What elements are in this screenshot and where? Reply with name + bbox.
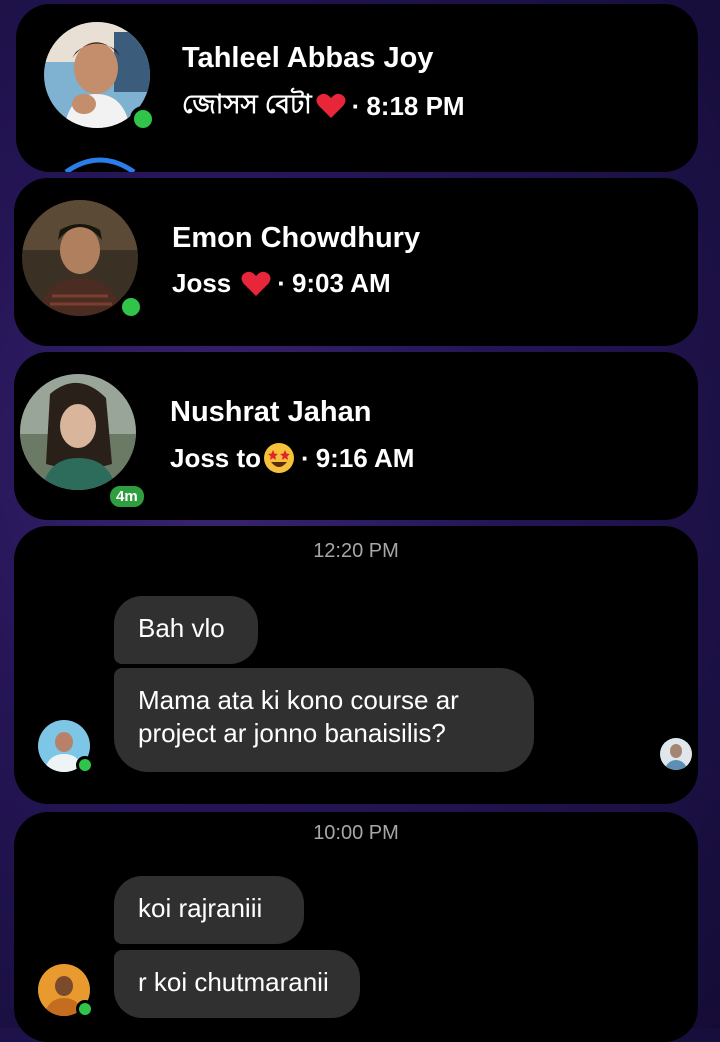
- message-bubble[interactable]: koi rajraniii: [114, 876, 304, 944]
- message-bubble[interactable]: r koi chutmaranii: [114, 950, 360, 1018]
- contact-name: Nushrat Jahan: [170, 396, 372, 428]
- contact-name: Emon Chowdhury: [172, 222, 421, 254]
- heart-emoji-icon: [241, 271, 271, 296]
- conversation-item[interactable]: 4m Nushrat Jahan Joss to · 9:16 AM: [14, 352, 698, 520]
- conversation-item[interactable]: Tahleel Abbas Joy জোসস বেটা · 8:18 PM: [16, 4, 698, 172]
- contact-name: Tahleel Abbas Joy: [182, 42, 434, 74]
- star-struck-emoji-icon: [264, 443, 295, 473]
- separator: ·: [301, 442, 310, 473]
- last-message-preview: Joss to · 9:16 AM: [170, 442, 414, 474]
- sender-avatar: [38, 720, 94, 774]
- preview-text: Joss to: [170, 442, 262, 473]
- story-ring-icon: [64, 157, 136, 172]
- avatar: [22, 200, 144, 320]
- message-time: 9:16 AM: [315, 442, 415, 473]
- online-indicator: [130, 106, 156, 132]
- message-bubble[interactable]: Mama ata ki kono course ar project ar jo…: [114, 668, 534, 772]
- preview-text: জোসস বেটা: [182, 89, 312, 119]
- heart-emoji-icon: [316, 93, 346, 118]
- message-time: 8:18 PM: [366, 90, 465, 121]
- message-time: 9:03 AM: [291, 268, 391, 298]
- last-message-preview: জোসস বেটা · 8:18 PM: [182, 84, 465, 128]
- message-timestamp: 12:20 PM: [313, 540, 399, 562]
- seen-avatar: [660, 738, 692, 770]
- avatar: 4m: [20, 374, 148, 511]
- online-indicator: [76, 1000, 94, 1018]
- online-indicator: [76, 756, 94, 774]
- sender-avatar: [38, 964, 94, 1018]
- separator: ·: [277, 268, 286, 298]
- last-message-preview: Joss · 9:03 AM: [172, 268, 391, 299]
- preview-text: Joss: [172, 268, 232, 298]
- avatar: [44, 22, 156, 132]
- message-timestamp: 10:00 PM: [313, 822, 399, 844]
- message-bubble[interactable]: Bah vlo: [114, 596, 258, 664]
- message-group: 12:20 PM Bah vlo Mama ata ki kono course…: [14, 526, 698, 804]
- message-group: 10:00 PM koi rajraniii r koi chutmaranii: [14, 812, 698, 1042]
- conversation-item[interactable]: Emon Chowdhury Joss · 9:03 AM: [14, 178, 698, 346]
- separator: ·: [351, 90, 361, 121]
- online-indicator: [118, 294, 144, 320]
- active-time-badge: 4m: [106, 482, 148, 511]
